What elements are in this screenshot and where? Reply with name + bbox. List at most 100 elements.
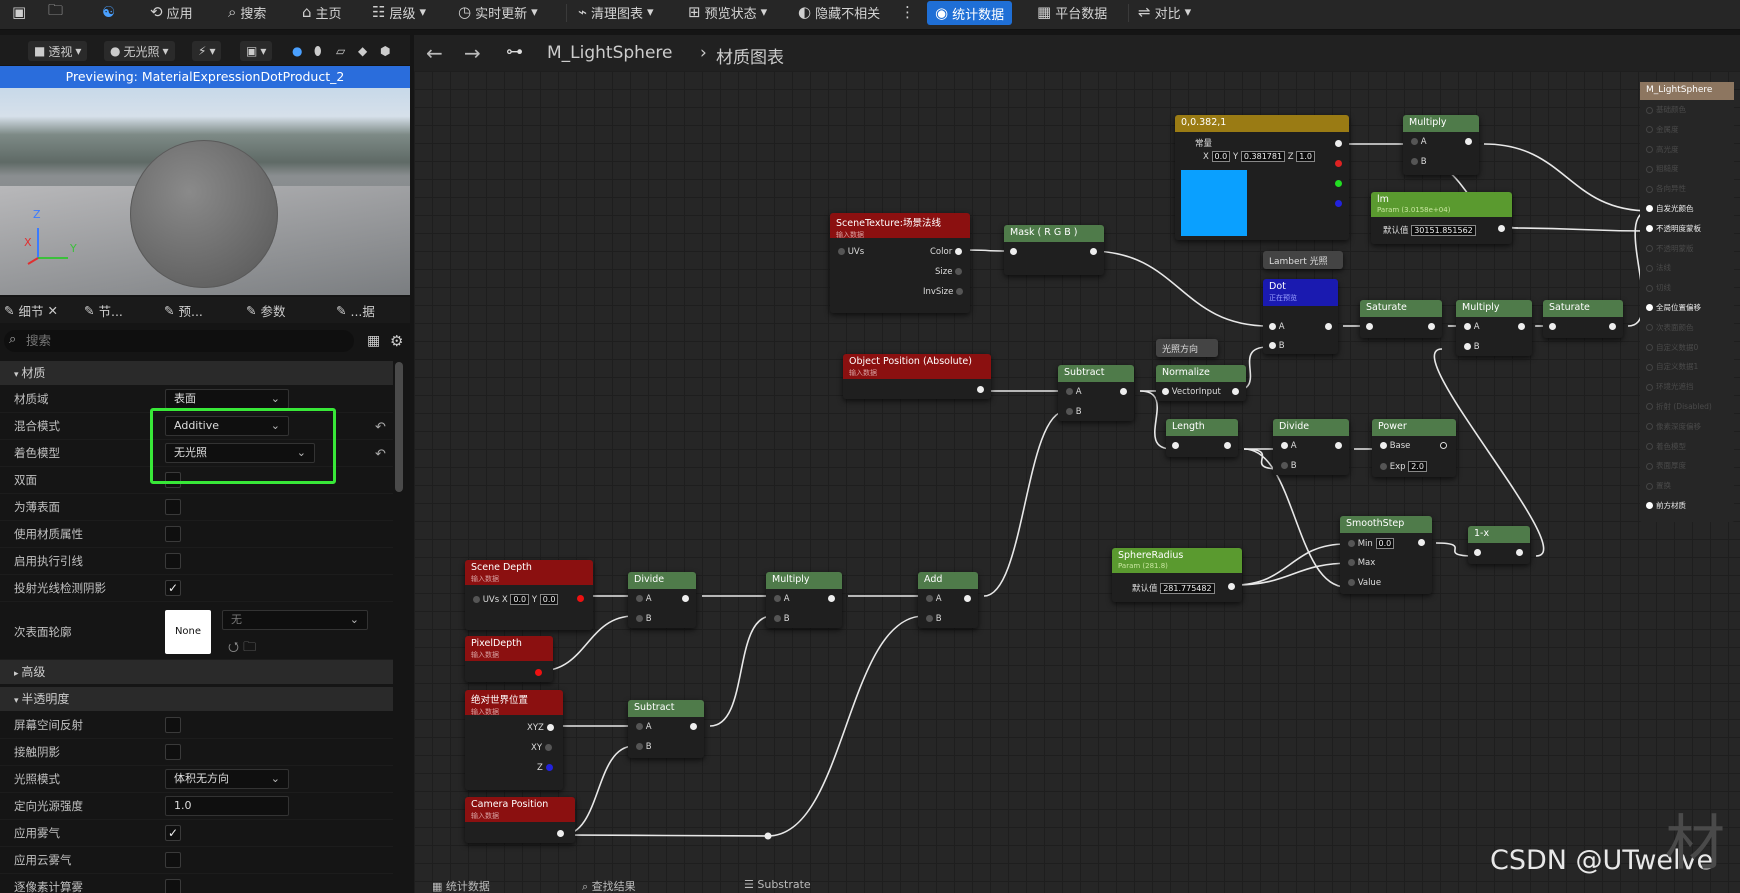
output-pin[interactable]	[1335, 139, 1342, 149]
material-output-pin[interactable]: 高光度	[1640, 140, 1734, 160]
node-multiply-1[interactable]: Multiply A B	[1403, 115, 1479, 175]
node-scene-depth[interactable]: Scene Depth 输入数据 UVs X 0.0 Y 0.0	[465, 560, 593, 630]
node-multiply-3[interactable]: Multiply A B	[766, 572, 842, 628]
comment-light-dir[interactable]: 光照方向	[1156, 339, 1218, 357]
pin-value[interactable]: Value	[1348, 578, 1381, 588]
bottom-tab-find[interactable]: ⌕ 查找结果	[582, 878, 636, 893]
node-smoothstep[interactable]: SmoothStep Min 0.0 Max Value	[1340, 516, 1432, 594]
input-pin[interactable]	[1474, 548, 1481, 558]
output-pin[interactable]	[557, 829, 564, 839]
material-output-pin[interactable]: 像素深度偏移	[1640, 417, 1734, 437]
pin-a[interactable]: A	[636, 594, 652, 604]
pin-uvs[interactable]: UVs	[838, 247, 864, 257]
material-output-pin[interactable]: 折射 (Disabled)	[1640, 397, 1734, 417]
material-output-pin[interactable]: 金属度	[1640, 120, 1734, 140]
pin-b[interactable]: B	[1281, 461, 1297, 471]
pin-a[interactable]: A	[1464, 322, 1480, 332]
pin-b[interactable]: B	[1269, 341, 1285, 351]
pin-b[interactable]: B	[926, 614, 942, 624]
node-saturate-1[interactable]: Saturate	[1360, 300, 1442, 338]
material-output-pin[interactable]: 全局位置偏移	[1640, 298, 1734, 318]
pin-base[interactable]: Base	[1380, 441, 1410, 451]
output-pin[interactable]	[1325, 322, 1332, 332]
output-pin[interactable]	[977, 385, 984, 395]
material-output-pin[interactable]: 环境光遮挡	[1640, 377, 1734, 397]
node-subtract-1[interactable]: Subtract A B	[1058, 365, 1134, 421]
pin-a[interactable]: A	[1066, 387, 1082, 397]
output-pin-b[interactable]	[1335, 199, 1342, 209]
pin-max[interactable]: Max	[1348, 558, 1375, 568]
pin-a[interactable]: A	[774, 594, 790, 604]
pin-exp[interactable]: Exp 2.0	[1380, 461, 1427, 472]
output-pin[interactable]	[1518, 322, 1525, 332]
output-pin[interactable]	[535, 668, 542, 678]
node-scenetexture[interactable]: SceneTexture:场景法线 输入数据 UVs Color Size Inv…	[830, 213, 970, 313]
pin-size[interactable]: Size	[935, 267, 963, 277]
material-output-pin[interactable]: 前方材质	[1640, 496, 1734, 516]
node-param-lm[interactable]: lm Param (3.0158e+04) 默认值 30151.851562	[1371, 192, 1512, 244]
material-output-node[interactable]: M_LightSphere 基础颜色 金属度 高光度 粗糙度 各向异性 自发光颜色 不透明度…	[1640, 82, 1734, 522]
pin-a[interactable]: A	[1269, 322, 1285, 332]
pin-b[interactable]: B	[636, 742, 652, 752]
material-output-pin[interactable]: 着色模型	[1640, 437, 1734, 457]
bottom-tab-substrate[interactable]: ☰ Substrate	[744, 878, 811, 891]
output-pin[interactable]	[1090, 247, 1097, 257]
pin-b[interactable]: B	[1411, 157, 1427, 167]
node-subtract-2[interactable]: Subtract A B	[628, 700, 704, 758]
material-output-pin[interactable]: 表面厚度	[1640, 456, 1734, 476]
output-pin[interactable]	[1335, 441, 1342, 451]
pin-vectorinput[interactable]: VectorInput	[1162, 387, 1221, 397]
node-divide-1[interactable]: Divide A B	[1273, 419, 1349, 475]
pin-invsize[interactable]: InvSize	[923, 287, 964, 297]
material-output-pin[interactable]: 次表面颜色	[1640, 318, 1734, 338]
input-pin[interactable]	[1549, 322, 1556, 332]
pin-uvs[interactable]: UVs X 0.0 Y 0.0	[473, 594, 559, 605]
material-output-pin[interactable]: 不透明蒙版	[1640, 239, 1734, 259]
node-object-position[interactable]: Object Position (Absolute) 输入数据	[843, 354, 991, 399]
output-pin[interactable]	[828, 594, 835, 604]
output-pin[interactable]	[1428, 322, 1435, 332]
pin-a[interactable]: A	[1411, 137, 1427, 147]
material-output-pin[interactable]: 法线	[1640, 258, 1734, 278]
material-output-pin[interactable]: 自发光颜色	[1640, 199, 1734, 219]
input-pin[interactable]	[1172, 441, 1179, 451]
output-pin[interactable]	[1609, 322, 1616, 332]
pin-a[interactable]: A	[636, 722, 652, 732]
material-output-pin[interactable]: 各向异性	[1640, 179, 1734, 199]
material-output-pin[interactable]: 置换	[1640, 476, 1734, 496]
node-divide-2[interactable]: Divide A B	[628, 572, 696, 628]
node-multiply-2[interactable]: Multiply A B	[1456, 300, 1532, 356]
pin-xyz[interactable]: XYZ	[527, 723, 554, 733]
output-pin[interactable]	[682, 594, 689, 604]
node-normalize[interactable]: Normalize VectorInput	[1156, 365, 1246, 401]
pin-min[interactable]: Min 0.0	[1348, 538, 1395, 549]
output-pin-r[interactable]	[1335, 159, 1342, 169]
node-saturate-2[interactable]: Saturate	[1543, 300, 1623, 338]
output-pin[interactable]	[1232, 387, 1239, 397]
pin-b[interactable]: B	[636, 614, 652, 624]
node-length[interactable]: Length	[1166, 419, 1238, 457]
bottom-tab-stats[interactable]: ▦ 统计数据	[432, 878, 490, 893]
output-pin[interactable]	[1465, 137, 1472, 147]
material-output-pin[interactable]: 自定义数据1	[1640, 357, 1734, 377]
node-camera-position[interactable]: Camera Position 输入数据	[465, 797, 575, 843]
reroute-node[interactable]	[764, 832, 772, 840]
output-pin-g[interactable]	[1335, 179, 1342, 189]
material-output-pin[interactable]: 粗糙度	[1640, 159, 1734, 179]
output-pin[interactable]	[1498, 224, 1505, 234]
node-one-minus[interactable]: 1-x	[1468, 526, 1530, 564]
pin-color[interactable]: Color	[930, 247, 962, 257]
output-pin[interactable]	[1120, 387, 1127, 397]
comment-lambert[interactable]: Lambert 光照	[1263, 251, 1343, 269]
output-pin[interactable]	[1516, 548, 1523, 558]
pin-xy[interactable]: XY	[531, 743, 552, 753]
pin-b[interactable]: B	[1464, 342, 1480, 352]
node-pixel-depth[interactable]: PixelDepth 输入数据	[465, 636, 553, 682]
material-output-pin[interactable]: 切线	[1640, 278, 1734, 298]
output-pin[interactable]	[1228, 582, 1235, 592]
input-pin[interactable]	[1366, 322, 1373, 332]
node-power[interactable]: Power Base Exp 2.0	[1372, 419, 1456, 477]
node-absolute-world-position[interactable]: 绝对世界位置 输入数据 XYZ XY Z	[465, 690, 563, 790]
pin-z[interactable]: Z	[537, 763, 553, 773]
pin-b[interactable]: B	[1066, 407, 1082, 417]
